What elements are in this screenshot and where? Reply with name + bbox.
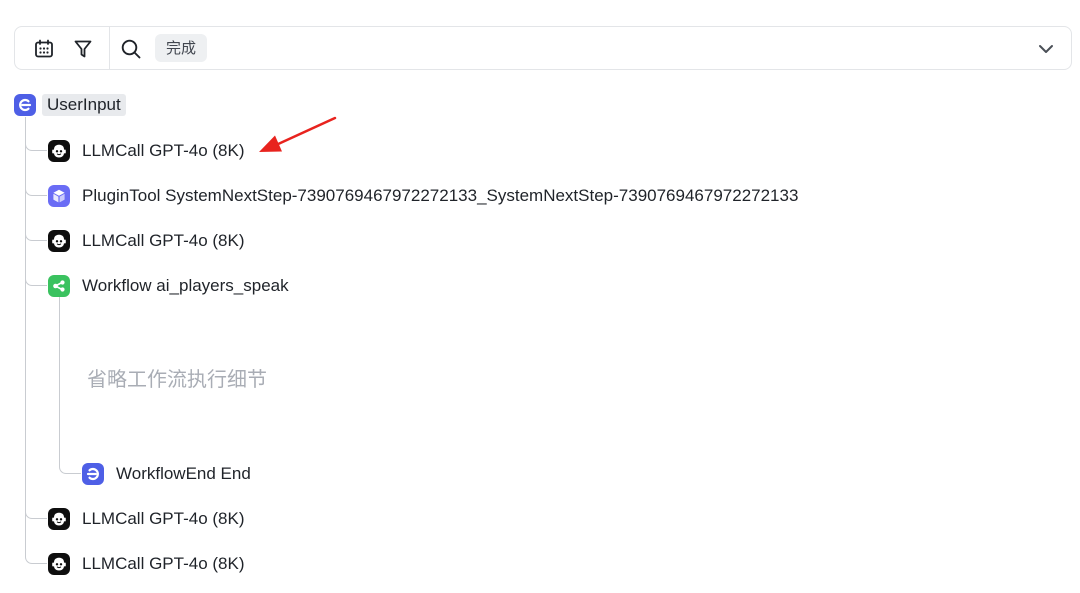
tree-node-llm-call[interactable]: LLMCall GPT-4o (8K) [48, 552, 245, 576]
tree-node-label: LLMCall GPT-4o (8K) [82, 231, 245, 250]
trace-tree: UserInput LLMCall GPT-4o (8K) PluginTool… [0, 0, 1080, 593]
tree-node-label: WorkflowEnd End [116, 464, 251, 483]
user-input-icon [14, 94, 36, 116]
tree-node-label: LLMCall GPT-4o (8K) [82, 509, 245, 528]
workflow-branch-line [59, 297, 60, 432]
workflow-end-icon [82, 463, 104, 485]
tree-node-label: UserInput [42, 94, 126, 116]
llm-robot-icon [48, 230, 70, 252]
tree-node-llm-call[interactable]: LLMCall GPT-4o (8K) [48, 229, 245, 253]
tree-node-workflow[interactable]: Workflow ai_players_speak [48, 274, 289, 298]
tree-node-label: LLMCall GPT-4o (8K) [82, 141, 245, 160]
llm-robot-icon [48, 508, 70, 530]
tree-node-label: Workflow ai_players_speak [82, 276, 289, 295]
tree-node-label: PluginTool SystemNextStep-73907694679722… [82, 186, 799, 205]
tree-connector [25, 117, 47, 564]
llm-robot-icon [48, 553, 70, 575]
plugin-cube-icon [48, 185, 70, 207]
omitted-details-note: 省略工作流执行细节 [87, 367, 267, 391]
tree-node-workflow-end[interactable]: WorkflowEnd End [82, 462, 251, 486]
tree-connector [59, 432, 81, 474]
tree-node-llm-call[interactable]: LLMCall GPT-4o (8K) [48, 139, 245, 163]
llm-robot-icon [48, 140, 70, 162]
tree-node-user-input[interactable]: UserInput [14, 93, 126, 117]
tree-node-llm-call[interactable]: LLMCall GPT-4o (8K) [48, 507, 245, 531]
workflow-icon [48, 275, 70, 297]
tree-node-plugin-tool[interactable]: PluginTool SystemNextStep-73907694679722… [48, 184, 798, 208]
tree-node-label: LLMCall GPT-4o (8K) [82, 554, 245, 573]
